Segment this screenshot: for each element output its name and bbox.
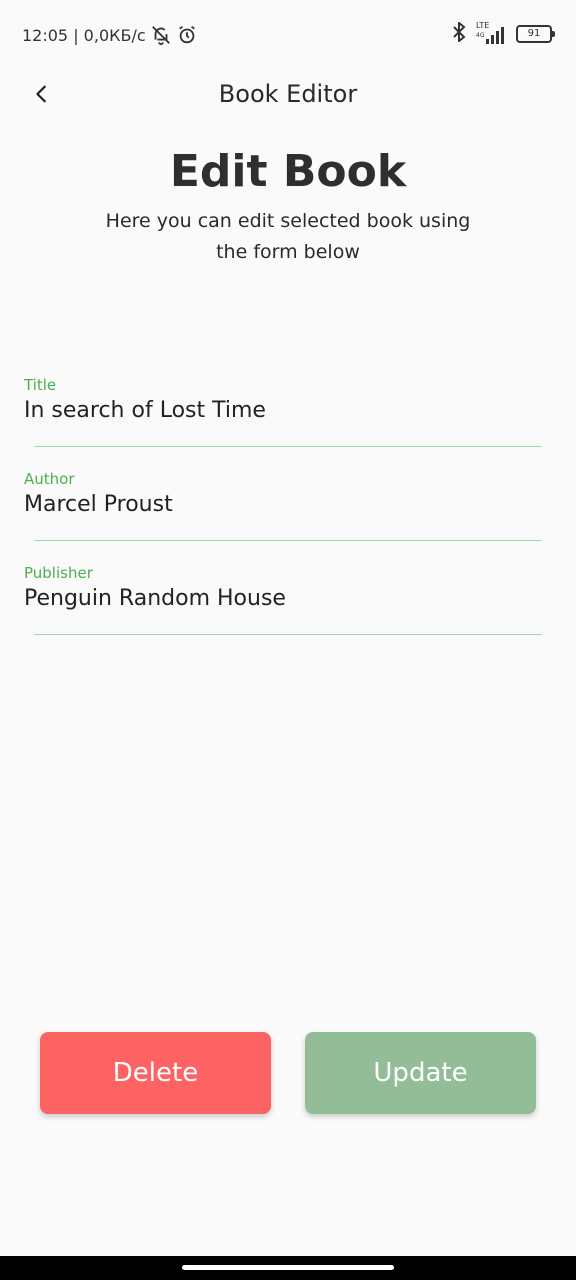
muted-bell-icon [150, 24, 172, 46]
app-bar-title: Book Editor [218, 80, 358, 108]
title-field: Title [24, 376, 542, 470]
author-field: Author [24, 470, 542, 564]
page-title: Edit Book [169, 146, 407, 197]
app-bar: Book Editor [0, 68, 576, 124]
author-input[interactable] [24, 492, 524, 517]
author-field-label: Author [24, 470, 75, 488]
update-button[interactable]: Update [305, 1032, 536, 1114]
home-gesture-handle[interactable] [182, 1265, 394, 1270]
battery-icon: 91 [516, 25, 555, 43]
delete-button[interactable]: Delete [40, 1032, 271, 1114]
title-field-underline [34, 446, 542, 447]
delete-button-label: Delete [112, 1058, 199, 1088]
system-nav-bar [0, 1256, 576, 1280]
status-bar: 12:05 | 0,0КБ/с LTE 4G 91 [0, 0, 576, 68]
battery-level: 91 [527, 28, 541, 39]
publisher-field: Publisher [24, 564, 542, 658]
publisher-field-underline [34, 634, 542, 635]
status-right: LTE 4G 91 [452, 20, 555, 46]
title-input[interactable] [24, 398, 524, 423]
update-button-label: Update [373, 1058, 468, 1088]
bluetooth-icon [452, 20, 466, 46]
alarm-icon [176, 24, 198, 46]
author-field-underline [34, 540, 542, 541]
status-left: 12:05 | 0,0КБ/с [22, 24, 198, 46]
publisher-input[interactable] [24, 586, 524, 611]
title-field-label: Title [24, 376, 57, 394]
page-subtitle: Here you can edit selected book using th… [105, 210, 471, 263]
status-time-speed: 12:05 | 0,0КБ/с [22, 25, 146, 45]
publisher-field-label: Publisher [24, 564, 93, 582]
signal-icon: LTE 4G [474, 21, 508, 45]
